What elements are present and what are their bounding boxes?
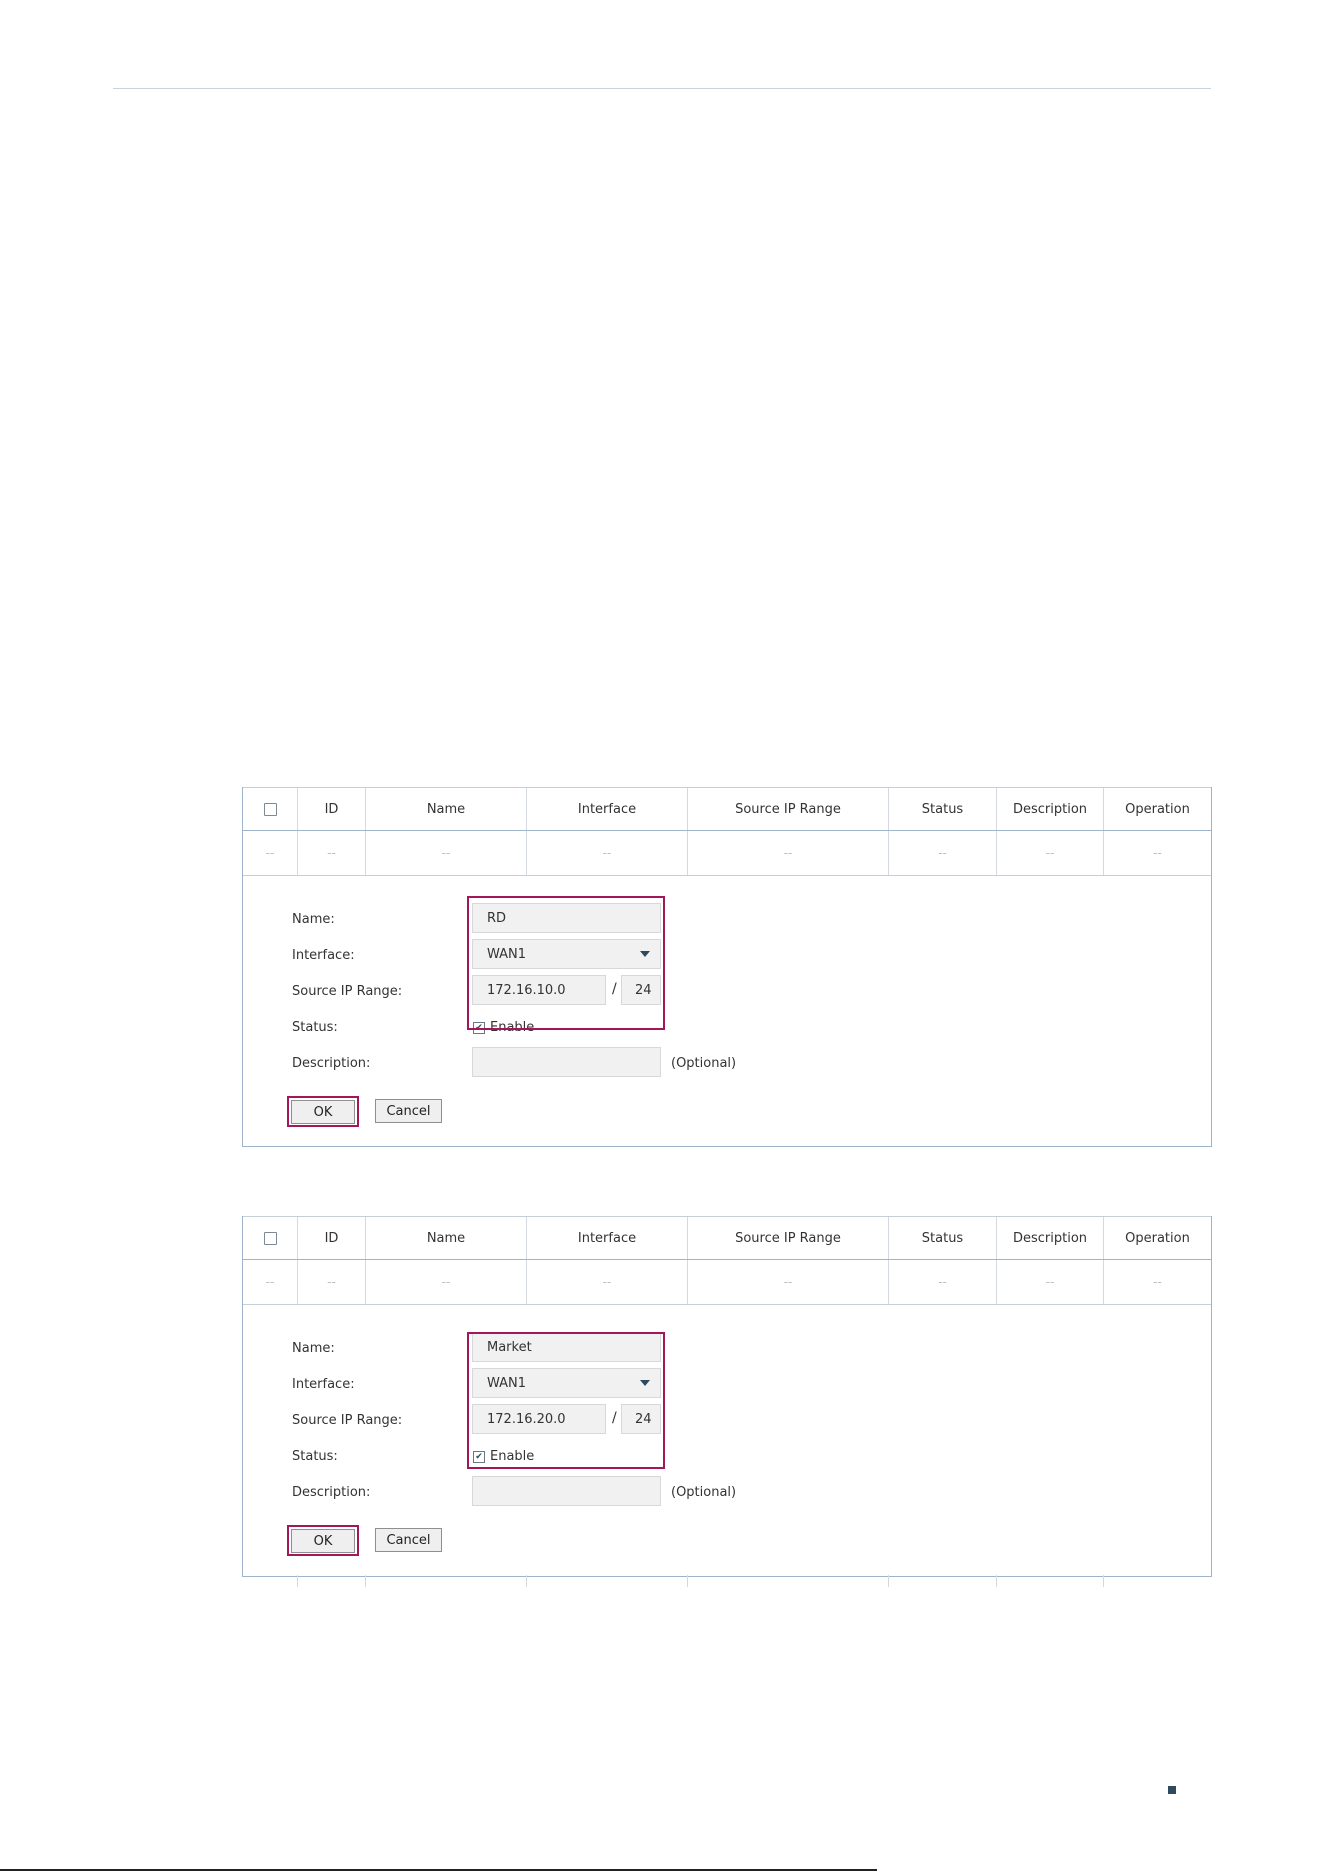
column-header-status[interactable]: Status xyxy=(889,788,997,830)
column-header-operation: Operation xyxy=(1125,1230,1190,1246)
column-header-description[interactable]: Description xyxy=(997,1217,1104,1259)
name-label: Name: xyxy=(292,912,335,927)
empty-cell: -- xyxy=(1153,846,1162,860)
source-ip-range-label: Source IP Range: xyxy=(292,1413,403,1428)
empty-cell: -- xyxy=(527,831,688,875)
column-header-source-ip-range[interactable]: Source IP Range xyxy=(688,1217,889,1259)
bottom-divider xyxy=(0,1869,877,1871)
column-header-name[interactable]: Name xyxy=(366,788,527,830)
column-header-id[interactable]: ID xyxy=(298,788,366,830)
select-all-cell xyxy=(243,788,298,830)
column-header-interface[interactable]: Interface xyxy=(527,788,688,830)
description-input[interactable] xyxy=(472,1047,661,1077)
empty-cell: -- xyxy=(688,831,889,875)
table-header: ID Name Interface Source IP Range Status… xyxy=(243,1216,1211,1260)
select-all-checkbox-icon[interactable] xyxy=(263,802,277,816)
empty-cell: -- xyxy=(243,1260,298,1304)
cancel-button[interactable]: Cancel xyxy=(375,1099,442,1123)
interface-label: Interface: xyxy=(292,1377,355,1392)
empty-cell: -- xyxy=(688,1260,889,1304)
description-label: Description: xyxy=(292,1056,371,1071)
optional-hint: (Optional) xyxy=(671,1485,737,1500)
interface-label: Interface: xyxy=(292,948,355,963)
status-label: Status: xyxy=(292,1020,338,1035)
column-header-id[interactable]: ID xyxy=(298,1217,366,1259)
table-header: ID Name Interface Source IP Range Status… xyxy=(243,787,1211,831)
description-input[interactable] xyxy=(472,1476,661,1506)
select-all-checkbox-icon[interactable] xyxy=(263,1231,277,1245)
column-header-name[interactable]: Name xyxy=(366,1217,527,1259)
table-row: -- -- -- -- -- -- -- -- xyxy=(243,1260,1211,1305)
empty-cell: -- xyxy=(997,831,1104,875)
empty-cell: -- xyxy=(366,831,527,875)
table-column-lines xyxy=(243,1575,1211,1587)
rule-panel-2: ID Name Interface Source IP Range Status… xyxy=(242,1216,1212,1587)
empty-cell: -- xyxy=(1153,1275,1162,1289)
status-label: Status: xyxy=(292,1449,338,1464)
description-label: Description: xyxy=(292,1485,371,1500)
empty-cell: -- xyxy=(889,831,997,875)
rule-panel-1: ID Name Interface Source IP Range Status… xyxy=(242,787,1212,1147)
top-divider xyxy=(113,88,1211,89)
name-label: Name: xyxy=(292,1341,335,1356)
empty-cell: -- xyxy=(366,1260,527,1304)
table-row: -- -- -- -- -- -- -- -- xyxy=(243,831,1211,876)
column-header-status[interactable]: Status xyxy=(889,1217,997,1259)
empty-cell: -- xyxy=(889,1260,997,1304)
column-header-description[interactable]: Description xyxy=(997,788,1104,830)
page-marker-icon xyxy=(1168,1786,1176,1794)
highlight-box-fields xyxy=(467,1332,665,1469)
column-header-operation: Operation xyxy=(1125,801,1190,817)
source-ip-range-label: Source IP Range: xyxy=(292,984,403,999)
column-header-source-ip-range[interactable]: Source IP Range xyxy=(688,788,889,830)
column-header-interface[interactable]: Interface xyxy=(527,1217,688,1259)
empty-cell: -- xyxy=(243,831,298,875)
empty-cell: -- xyxy=(298,831,366,875)
cancel-button[interactable]: Cancel xyxy=(375,1528,442,1552)
empty-cell: -- xyxy=(527,1260,688,1304)
optional-hint: (Optional) xyxy=(671,1056,737,1071)
ok-button[interactable]: OK xyxy=(291,1100,355,1124)
select-all-cell xyxy=(243,1217,298,1259)
ok-button[interactable]: OK xyxy=(291,1529,355,1553)
highlight-box-fields xyxy=(467,896,665,1030)
empty-cell: -- xyxy=(298,1260,366,1304)
empty-cell: -- xyxy=(997,1260,1104,1304)
